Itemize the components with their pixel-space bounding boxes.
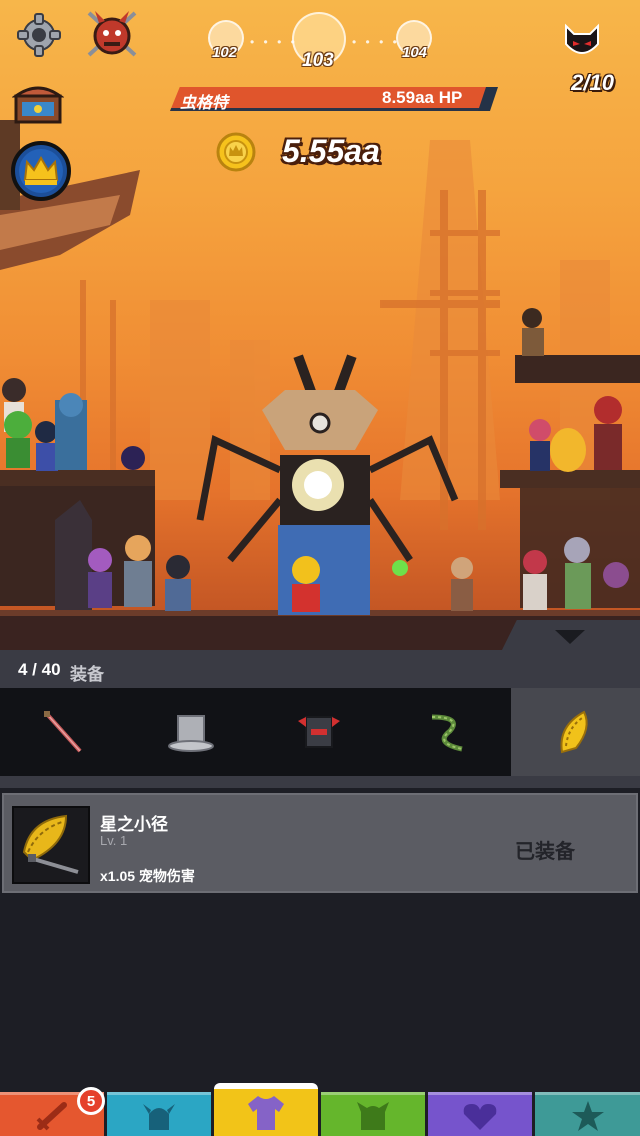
category-tab-hat[interactable] [128,688,254,776]
collapse-panel-button[interactable] [500,620,640,650]
golden-fan-weapon-icon [22,814,79,874]
monster-icon [357,1101,389,1130]
nav-tab-artifact[interactable] [428,1092,532,1136]
equipment-count: 4 / 40 [18,660,61,679]
stage-dots-left: • • • • [250,35,298,49]
settings-gear-icon[interactable] [14,10,64,60]
item-equipped-status[interactable]: 已装备 [515,835,575,864]
shop-chest-icon[interactable] [12,80,64,126]
golden-fan-icon [559,710,588,754]
category-tab-weapon[interactable] [0,688,126,776]
nav-tab-skill[interactable] [535,1092,640,1136]
item-effect: x1.05 宠物伤害 [100,868,195,884]
item-level: Lv. 1 [100,833,128,848]
nav-notification-badge: 5 [77,1087,105,1115]
boss-battle-demon-icon[interactable] [84,8,140,60]
item-thumbnail [12,806,90,884]
heart-icon [463,1103,497,1130]
star-icon [571,1100,604,1131]
stage-next-number: 104 [402,44,428,61]
viking-helmet-icon [143,1103,175,1130]
spiked-sword-icon [44,711,82,753]
nav-tab-pet[interactable] [321,1092,425,1136]
category-tab-accessory[interactable] [384,688,510,776]
nav-tab-hero[interactable] [107,1092,211,1136]
boss-hp-value: 8.59aa HP [382,88,463,107]
crown-ranking-icon[interactable] [10,140,72,202]
battle-scene[interactable]: • • • • • • • • 102 103 104 2/10 虫格特 8.5… [0,0,640,650]
sword-icon [36,1101,67,1130]
chevron-down-icon [555,630,585,644]
shirt-icon [248,1095,284,1130]
boss-kill-counter: 2/10 [571,70,614,95]
category-tab-armor[interactable] [256,688,382,776]
stage-dots-right: • • • • [352,35,400,49]
serpent-icon [431,714,463,752]
equipment-label: 装备 [70,665,104,684]
stage-previous-number: 102 [212,44,238,61]
nav-tab-equipment-active[interactable] [214,1083,318,1136]
boss-skull-icon [558,18,606,62]
armor-helmet-icon [298,716,340,748]
item-name: 星之小径 [100,815,168,834]
gold-amount: 5.55aa [282,133,380,169]
gold-coin-icon [216,132,256,172]
category-tab-pet-weapon-selected[interactable] [511,688,640,776]
stage-current-number: 103 [302,50,334,71]
boss-name: 虫格特 [180,95,229,112]
category-separator [0,776,640,788]
top-hat-icon [168,715,214,752]
